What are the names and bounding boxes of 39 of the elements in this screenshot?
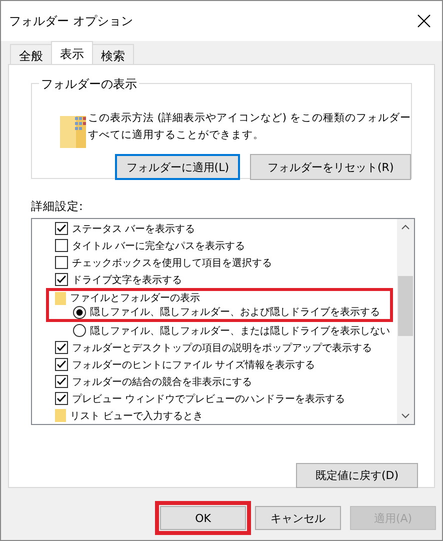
setting-label: フォルダーのヒントにファイル サイズ情報を表示する: [72, 358, 316, 372]
setting-label: プレビュー ウィンドウでプレビューのハンドラーを表示する: [72, 392, 346, 406]
checkbox[interactable]: [55, 239, 68, 252]
tab[interactable]: 検索: [92, 44, 134, 64]
checkbox[interactable]: [55, 375, 68, 388]
checkbox[interactable]: [55, 222, 68, 235]
tab[interactable]: 全般: [10, 44, 52, 64]
checkbox[interactable]: [55, 273, 68, 286]
radio-button[interactable]: [73, 324, 86, 337]
setting-label: 隠しファイル、隠しフォルダー、および隠しドライブを表示する: [90, 306, 380, 319]
setting-label: フォルダーとデスクトップの項目の説明をポップアップで表示する: [72, 342, 372, 354]
checkbox[interactable]: [55, 358, 68, 371]
setting-label: タイトル バーに完全なパスを表示する: [72, 240, 246, 252]
dialog-button[interactable]: キャンセル: [255, 506, 341, 530]
checkbox[interactable]: [55, 341, 68, 354]
folder-icon: [55, 292, 66, 304]
folder-view-icon: [60, 114, 88, 148]
folder-button[interactable]: フォルダーに適用(L): [115, 154, 240, 180]
setting-label: ファイルとフォルダーの表示: [70, 292, 200, 305]
tab[interactable]: 表示: [51, 41, 93, 64]
description-text: この表示方法 (詳細表示やアイコンなど) をこの種類のフォルダーすべてに適用することができます。: [88, 111, 411, 143]
radio-button[interactable]: [73, 306, 86, 318]
restore-defaults-button[interactable]: 既定値に戻す(D): [296, 463, 418, 488]
folder-button[interactable]: フォルダーをリセット(R): [250, 154, 411, 180]
dialog-button[interactable]: OK: [160, 506, 246, 530]
window-title: フォルダー オプション: [9, 12, 133, 30]
close-icon[interactable]: [416, 13, 432, 29]
advanced-settings-label: 詳細設定:: [31, 199, 84, 214]
setting-label: フォルダーの結合の競合を非表示にする: [72, 376, 252, 388]
folder-icon: [55, 409, 66, 422]
checkbox[interactable]: [55, 256, 68, 269]
setting-label: 隠しファイル、隠しフォルダー、または隠しドライブを表示しない: [90, 324, 390, 338]
checkbox[interactable]: [55, 392, 68, 405]
setting-label: チェックボックスを使用して項目を選択する: [72, 256, 272, 270]
setting-label: ステータス バーを表示する: [72, 222, 196, 236]
group-title: フォルダーの表示: [39, 76, 139, 93]
setting-label: ドライブ文字を表示する: [72, 274, 182, 286]
scrollbar[interactable]: [397, 219, 414, 424]
setting-label: リスト ビューで入力するとき: [70, 410, 204, 422]
